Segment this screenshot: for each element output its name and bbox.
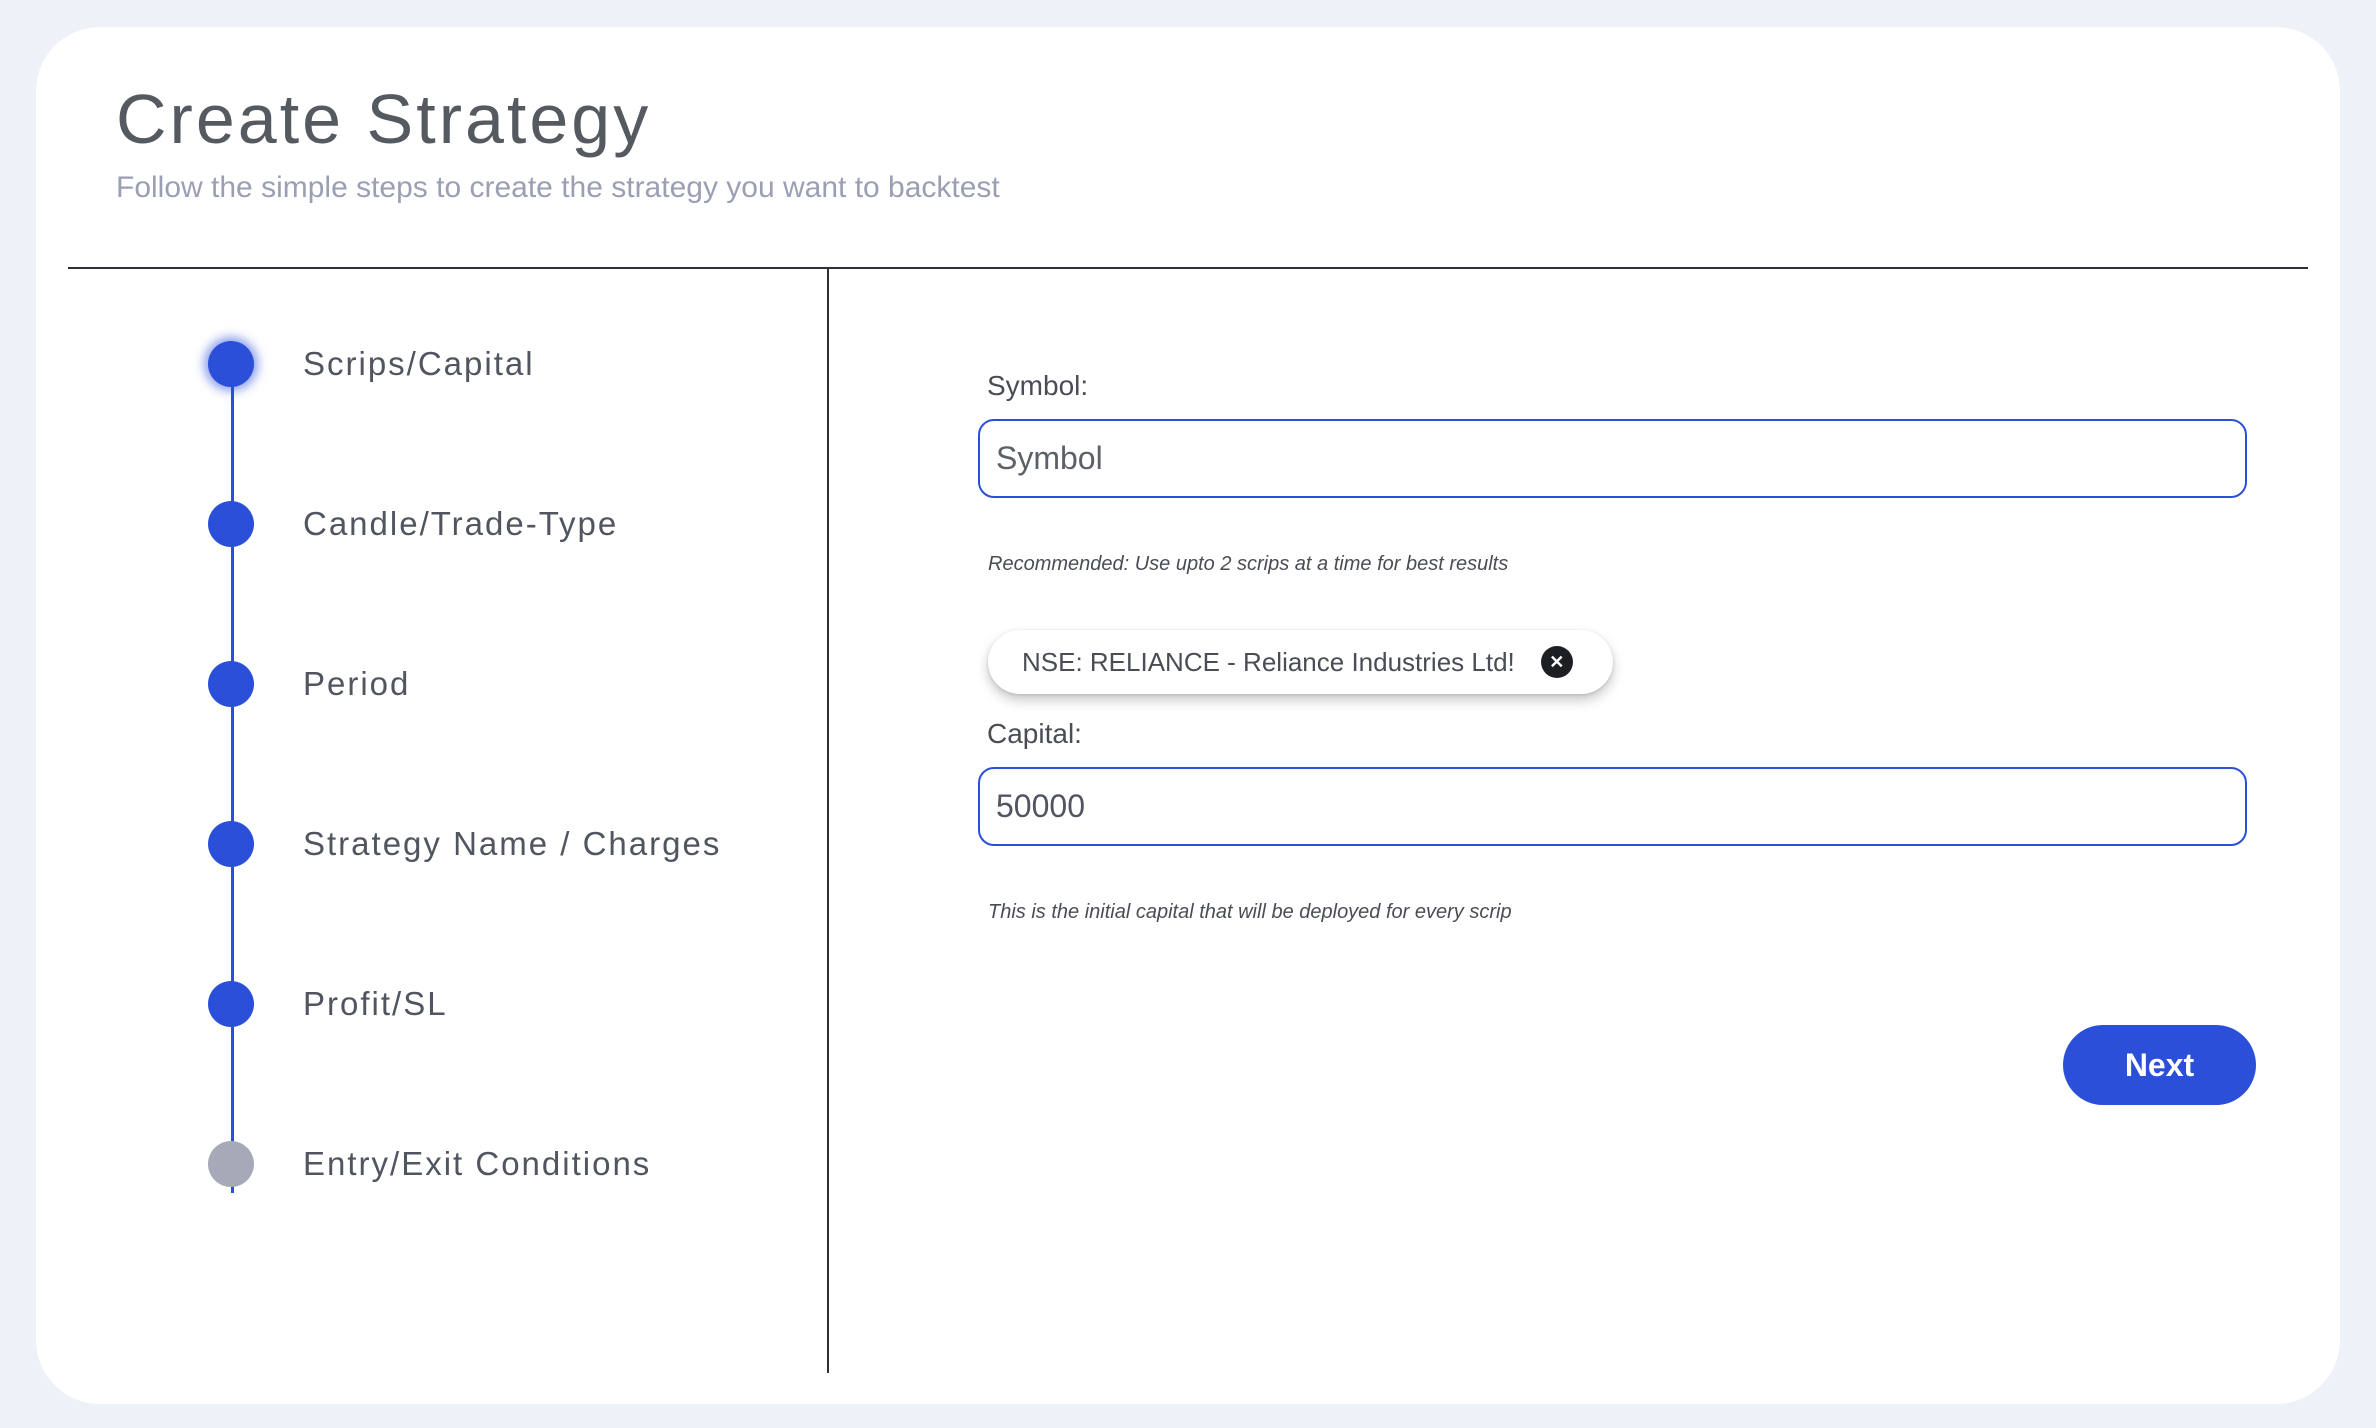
step-scrips-capital[interactable]: Scrips/Capital [208,340,535,388]
page-title: Create Strategy [116,80,652,158]
capital-input[interactable] [978,767,2247,846]
symbol-label: Symbol: [987,370,1089,401]
create-strategy-card: Create Strategy Follow the simple steps … [36,27,2340,1404]
step-dot-complete [208,501,254,547]
capital-label: Capital: [987,718,1082,749]
step-dot-complete [208,981,254,1027]
step-profit-sl[interactable]: Profit/SL [208,980,448,1028]
step-dot-pending [208,1141,254,1187]
page-subtitle: Follow the simple steps to create the st… [116,171,1000,204]
capital-hint: This is the initial capital that will be… [988,901,1512,923]
step-strategy-name-charges[interactable]: Strategy Name / Charges [208,820,721,868]
stepper-line [231,363,234,1193]
scrip-chip-label: NSE: RELIANCE - Reliance Industries Ltd! [1022,646,1515,677]
scrip-chip: NSE: RELIANCE - Reliance Industries Ltd!… [988,630,1613,694]
panel-divider [827,268,829,1373]
step-label: Scrips/Capital [303,345,535,382]
close-icon[interactable]: ✕ [1540,646,1573,678]
step-period[interactable]: Period [208,660,410,708]
step-label: Strategy Name / Charges [303,825,722,862]
step-entry-exit-conditions[interactable]: Entry/Exit Conditions [208,1140,651,1188]
step-candle-trade-type[interactable]: Candle/Trade-Type [208,500,618,548]
step-dot-active [208,341,254,387]
step-label: Candle/Trade-Type [303,505,619,542]
step-dot-complete [208,821,254,867]
step-dot-complete [208,661,254,707]
header-divider [68,267,2308,269]
symbol-input[interactable] [978,419,2247,498]
step-label: Period [303,665,411,702]
symbol-hint: Recommended: Use upto 2 scrips at a time… [988,553,1509,575]
step-label: Profit/SL [303,985,448,1022]
step-label: Entry/Exit Conditions [303,1145,652,1182]
next-button[interactable]: Next [2063,1025,2256,1105]
